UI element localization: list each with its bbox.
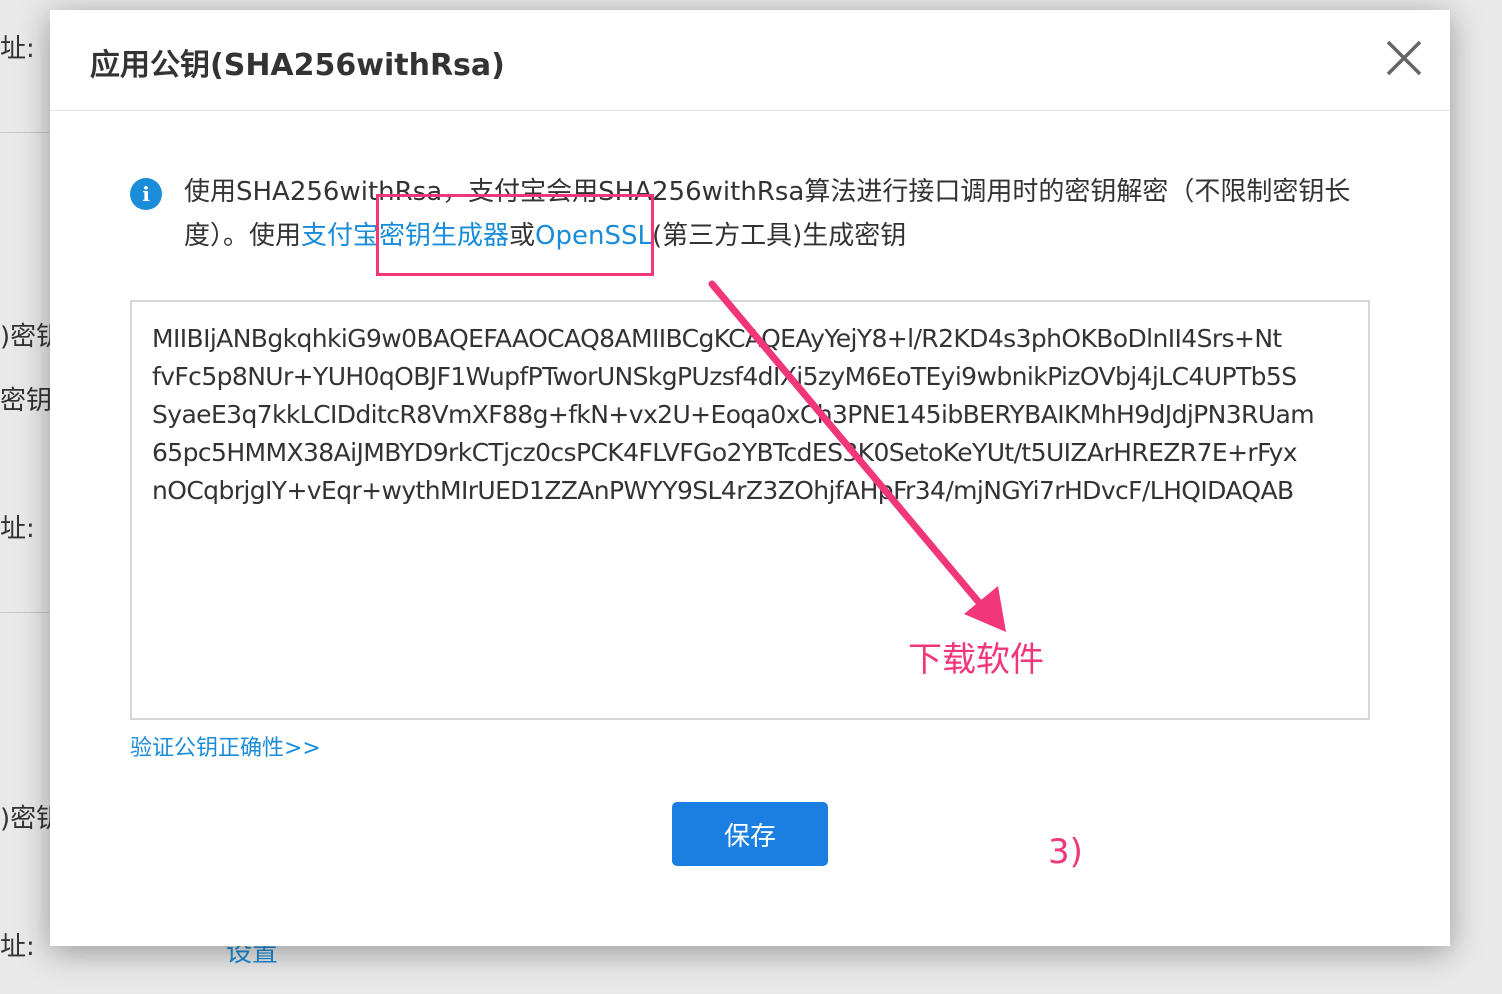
notice-text: 使用SHA256withRsa，支付宝会用SHA256withRsa算法进行接口…: [184, 170, 1370, 258]
step-annotation: 3): [1048, 832, 1083, 872]
key-line: MIIBIjANBgkqhkiG9w0BAQEFAAOCAQ8AMIIBCgKC…: [152, 324, 1282, 353]
key-line: 65pc5HMMX38AiJMBYD9rkCTjcz0csPCK4FLVFGo2…: [152, 438, 1298, 467]
modal-header: 应用公钥(SHA256withRsa): [50, 10, 1450, 111]
download-annotation: 下载软件: [908, 640, 1044, 680]
notice-text-after: (第三方工具)生成密钥: [651, 221, 907, 251]
close-icon: [1386, 40, 1422, 76]
key-line: fvFc5p8NUr+YUH0qOBJF1WupfPTworUNSkgPUzsf…: [152, 362, 1297, 391]
bg-label: 址:: [0, 932, 35, 962]
key-line: SyaeE3q7kkLCIDditcR8VmXF88g+fkN+vx2U+Eoq…: [152, 400, 1315, 429]
close-button[interactable]: [1384, 38, 1424, 78]
public-key-modal: 应用公钥(SHA256withRsa) i 使用SHA256withRsa，支付…: [50, 10, 1450, 946]
key-line: nOCqbrjgIY+vEqr+wythMIrUED1ZZAnPWYY9SL4r…: [152, 476, 1294, 505]
bg-label: 址:: [0, 514, 35, 544]
bg-label: 址:: [0, 34, 35, 64]
save-button[interactable]: 保存: [672, 802, 828, 866]
verify-key-link[interactable]: 验证公钥正确性>>: [130, 730, 321, 762]
highlight-box: [376, 194, 654, 276]
info-notice: i 使用SHA256withRsa，支付宝会用SHA256withRsa算法进行…: [130, 170, 1370, 258]
info-icon: i: [130, 178, 162, 210]
modal-title: 应用公钥(SHA256withRsa): [90, 48, 505, 83]
public-key-textarea[interactable]: MIIBIjANBgkqhkiG9w0BAQEFAAOCAQ8AMIIBCgKC…: [130, 300, 1370, 720]
